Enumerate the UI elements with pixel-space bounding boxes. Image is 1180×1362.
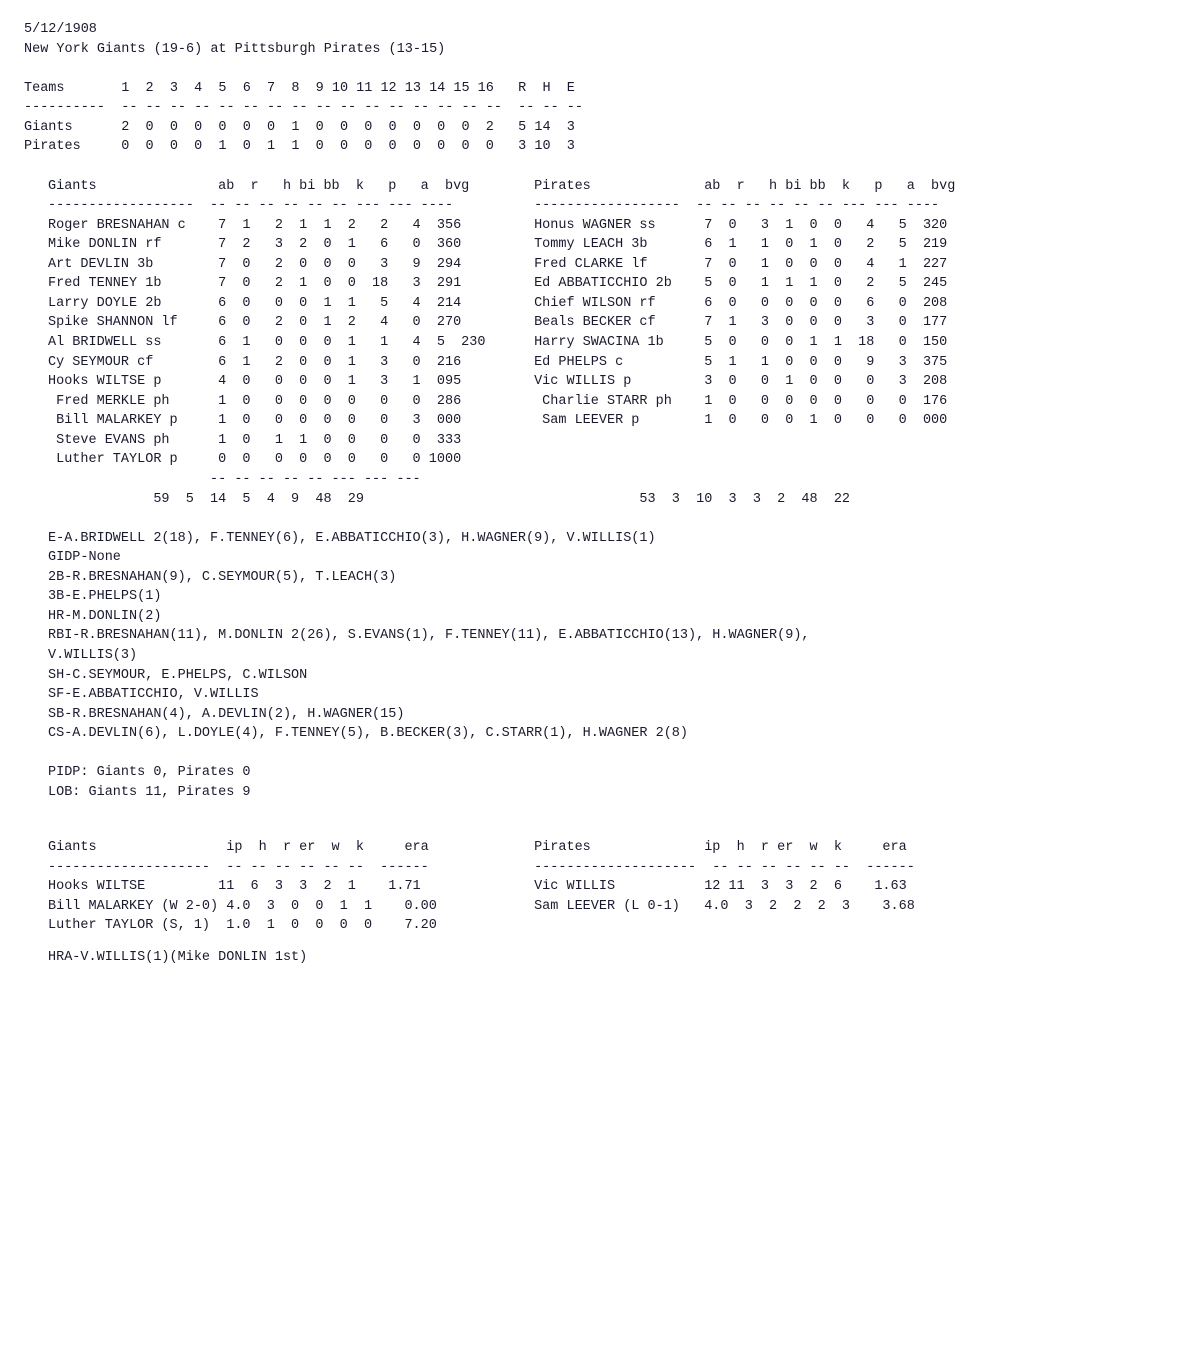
- pitching-table: Giants ip h r er w k era Pirates ip h r …: [48, 838, 1132, 936]
- scorebox: 5/12/1908 New York Giants (19-6) at Pitt…: [24, 20, 1156, 157]
- pitching-section: Giants ip h r er w k era Pirates ip h r …: [24, 819, 1156, 936]
- game-notes: E-A.BRIDWELL 2(18), F.TENNEY(6), E.ABBAT…: [48, 529, 1132, 803]
- notes-section: E-A.BRIDWELL 2(18), F.TENNEY(6), E.ABBAT…: [24, 509, 1156, 802]
- batting-table: Giants ab r h bi bb k p a bvg Pirates ab…: [48, 157, 1132, 509]
- batting-section: Giants ab r h bi bb k p a bvg Pirates ab…: [24, 157, 1156, 509]
- hra-section: HRA-V.WILLIS(1)(Mike DONLIN 1st): [24, 948, 1156, 968]
